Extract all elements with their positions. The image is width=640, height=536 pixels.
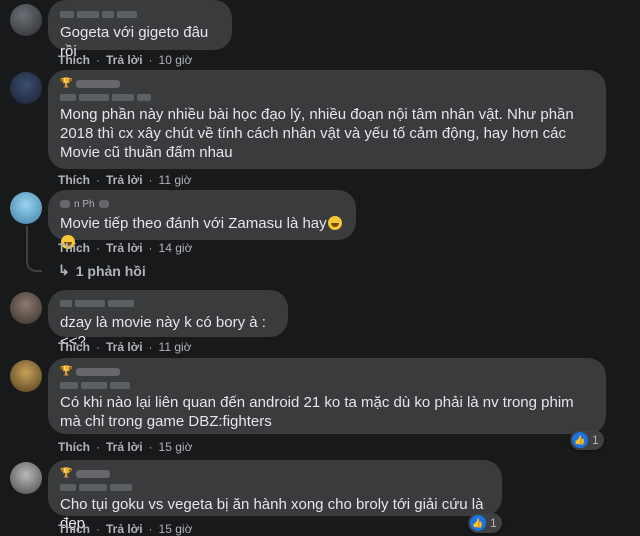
reply-link[interactable]: Trả lời	[106, 173, 143, 187]
like-link[interactable]: Thích	[58, 440, 90, 454]
like-link[interactable]: Thích	[58, 340, 90, 354]
reply-link[interactable]: Trả lời	[106, 53, 143, 67]
avatar[interactable]	[10, 192, 42, 224]
comment-time[interactable]: 11 giờ	[159, 340, 192, 354]
author-name[interactable]: 🏆	[60, 77, 594, 91]
fan-badge-icon: 🏆	[60, 468, 73, 479]
like-link[interactable]: Thích	[58, 241, 90, 255]
author-name[interactable]	[60, 11, 220, 19]
comment-bubble: 🏆 Mong phần này nhiều bài học đạo lý, nh…	[48, 70, 606, 169]
comment-actions: Thích · Trả lời · 15 giờ	[58, 440, 193, 454]
reply-link[interactable]: Trả lời	[106, 440, 143, 454]
like-link[interactable]: Thích	[58, 173, 90, 187]
reaction-count[interactable]: 👍 1	[570, 430, 604, 450]
avatar[interactable]	[10, 72, 42, 104]
author-name[interactable]: 🏆	[60, 467, 490, 481]
like-reaction-icon: 👍	[572, 432, 588, 448]
comment-bubble: n Ph Movie tiếp theo đánh với Zamasu là …	[48, 190, 356, 249]
comment-time[interactable]: 10 giờ	[159, 53, 193, 67]
fan-badge-icon: 🏆	[60, 366, 73, 377]
comment-actions: Thích · Trả lời · 10 giờ	[58, 53, 193, 67]
comment-bubble: dzay là movie này k có bory à :<<?	[48, 290, 288, 350]
comment-actions: Thích · Trả lời · 11 giờ	[58, 173, 192, 187]
comment-actions: Thích · Trả lời · 15 giờ	[58, 522, 193, 536]
comment-actions: Thích · Trả lời · 14 giờ	[58, 241, 193, 255]
avatar[interactable]	[10, 4, 42, 36]
like-link[interactable]: Thích	[58, 522, 90, 536]
like-reaction-icon: 👍	[470, 515, 486, 531]
comment-bubble: 🏆 Cho tụi goku vs vegeta bị ăn hành xong…	[48, 460, 502, 532]
reply-link[interactable]: Trả lời	[106, 340, 143, 354]
author-name[interactable]: n Ph	[60, 197, 344, 211]
comment-text: Mong phần này nhiều bài học đạo lý, nhiề…	[60, 106, 574, 161]
comment-time[interactable]: 15 giờ	[159, 522, 193, 536]
rofl-emoji	[327, 216, 342, 230]
comment-time[interactable]: 15 giờ	[159, 440, 193, 454]
comment-actions: Thích · Trả lời · 11 giờ	[58, 340, 192, 354]
avatar[interactable]	[10, 292, 42, 324]
reply-arrow-icon: ↳	[58, 262, 70, 278]
author-name[interactable]: 🏆	[60, 365, 594, 379]
comment-time[interactable]: 11 giờ	[159, 173, 192, 187]
comment-bubble: 🏆 Có khi nào lại liên quan đến android 2…	[48, 358, 606, 434]
comment-bubble: Gogeta với gigeto đâu rồi	[48, 0, 232, 60]
reaction-count[interactable]: 👍 1	[468, 513, 502, 533]
reply-link[interactable]: Trả lời	[106, 522, 143, 536]
comment-text: Có khi nào lại liên quan đến android 21 …	[60, 394, 574, 430]
comment-time[interactable]: 14 giờ	[159, 241, 193, 255]
reply-link[interactable]: Trả lời	[106, 241, 143, 255]
author-name[interactable]	[60, 300, 276, 308]
view-replies-link[interactable]: ↳ 1 phản hồi	[58, 262, 146, 279]
thread-line	[26, 226, 28, 260]
avatar[interactable]	[10, 360, 42, 392]
avatar[interactable]	[10, 462, 42, 494]
fan-badge-icon: 🏆	[60, 78, 73, 89]
like-link[interactable]: Thích	[58, 53, 90, 67]
thread-curve	[26, 260, 42, 272]
